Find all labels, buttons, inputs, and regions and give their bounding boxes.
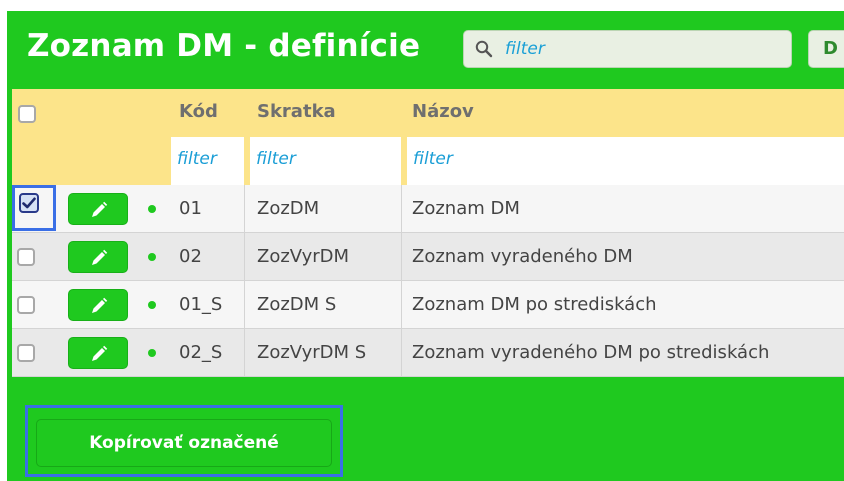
header-button[interactable]: D <box>808 30 844 68</box>
table-row[interactable]: 02 ZozVyrDM Zoznam vyradeného DM <box>12 233 844 281</box>
cell-code: 01_S <box>179 294 223 315</box>
edit-button[interactable] <box>68 193 128 225</box>
cell-name: Zoznam DM <box>412 198 520 219</box>
checkmark-icon <box>22 197 36 209</box>
cell-short: ZozDM S <box>257 294 337 315</box>
cell-short: ZozVyrDM S <box>257 342 367 363</box>
column-divider <box>244 329 245 377</box>
status-dot <box>148 253 156 261</box>
filter-name-placeholder: filter <box>413 149 453 169</box>
edit-button[interactable] <box>68 289 128 321</box>
column-divider <box>244 281 245 329</box>
filter-name-input[interactable]: filter <box>407 137 844 185</box>
select-all-checkbox[interactable] <box>18 105 36 123</box>
row-checkbox[interactable] <box>17 296 35 314</box>
row-checkbox[interactable] <box>17 248 35 266</box>
column-header-name[interactable]: Názov <box>412 101 474 122</box>
cell-code: 01 <box>179 198 202 219</box>
filter-row: filter filter filter <box>12 137 844 185</box>
search-input[interactable]: filter <box>463 30 792 68</box>
search-placeholder: filter <box>505 39 545 59</box>
pencil-icon <box>92 345 108 361</box>
copy-selected-button[interactable]: Kopírovať označené <box>36 419 332 467</box>
table-row[interactable]: 01_S ZozDM S Zoznam DM po strediskách <box>12 281 844 329</box>
page-title: Zoznam DM - definície <box>27 28 421 64</box>
pencil-icon <box>92 297 108 313</box>
column-divider <box>401 281 402 329</box>
filter-code-placeholder: filter <box>177 149 217 169</box>
row-checkbox-checked[interactable] <box>19 193 39 213</box>
filter-code-input[interactable]: filter <box>171 137 244 185</box>
cell-name: Zoznam DM po strediskách <box>412 294 657 315</box>
column-divider <box>244 233 245 281</box>
status-dot <box>148 205 156 213</box>
status-dot <box>148 349 156 357</box>
table-header: Kód Skratka Názov <box>12 89 844 137</box>
status-dot <box>148 301 156 309</box>
search-icon <box>475 40 493 62</box>
column-divider <box>401 233 402 281</box>
column-divider <box>401 329 402 377</box>
pencil-icon <box>92 201 108 217</box>
column-header-short[interactable]: Skratka <box>257 101 336 122</box>
cell-short: ZozDM <box>257 198 320 219</box>
column-divider <box>244 185 245 233</box>
table-row[interactable]: 02_S ZozVyrDM S Zoznam vyradeného DM po … <box>12 329 844 377</box>
table-row[interactable]: 01 ZozDM Zoznam DM <box>12 185 844 233</box>
cell-short: ZozVyrDM <box>257 246 350 267</box>
copy-selected-label: Kopírovať označené <box>89 433 279 453</box>
filter-short-input[interactable]: filter <box>250 137 401 185</box>
column-divider <box>401 185 402 233</box>
cell-name: Zoznam vyradeného DM <box>412 246 633 267</box>
header-button-label: D <box>823 38 838 59</box>
pencil-icon <box>92 249 108 265</box>
cell-code: 02 <box>179 246 202 267</box>
filter-short-placeholder: filter <box>256 149 296 169</box>
row-checkbox[interactable] <box>17 344 35 362</box>
column-header-code[interactable]: Kód <box>179 101 218 122</box>
cell-name: Zoznam vyradeného DM po strediskách <box>412 342 770 363</box>
edit-button[interactable] <box>68 241 128 273</box>
cell-code: 02_S <box>179 342 223 363</box>
edit-button[interactable] <box>68 337 128 369</box>
